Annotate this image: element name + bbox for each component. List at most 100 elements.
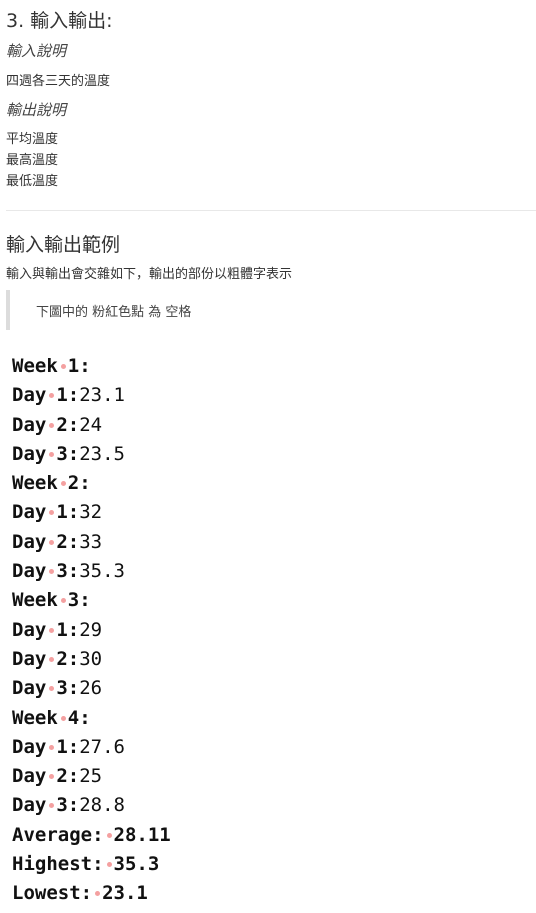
sample-line: Week 2: [12,469,171,498]
sample-line: Day 2:33 [12,528,171,557]
sample-index: 3: [67,589,91,612]
result-value: 35.3 [113,853,160,876]
page: 3. 輸入輸出: 輸入說明 四週各三天的溫度 輸出說明 平均溫度 最高溫度 最低… [0,0,536,913]
result-label: Lowest: [12,882,93,905]
space-dot-icon [60,715,66,721]
sample-label: Day [12,765,47,788]
space-dot-icon [49,774,55,780]
sample-line: Day 2:25 [12,762,171,791]
sample-label: Day [12,647,47,670]
note-text: 下圖中的 粉紅色點 為 空格 [36,305,192,320]
space-dot-icon [60,598,66,604]
space-dot-icon [95,891,101,897]
sample-label: Day [12,794,47,817]
space-dot-icon [49,539,55,545]
sample-line: Week 1: [12,352,171,381]
sample-label: Day [12,501,47,524]
space-dot-icon [49,451,55,457]
sample-io-block: Week 1: Day 1:23.1 Day 2:24 Day 3:23.5 Week 2: Day… [12,352,171,909]
space-dot-icon [49,744,55,750]
sample-input-value: 23.1 [79,384,125,407]
sample-index: 1: [56,735,80,758]
result-value: 23.1 [102,882,148,905]
space-dot-icon [60,481,66,487]
output-title: 輸出說明 [6,101,67,119]
space-dot-icon [49,627,55,633]
input-description: 四週各三天的溫度 [6,74,111,89]
space-dot-icon [49,803,55,809]
sample-index: 2: [56,530,80,553]
output-line: 最高溫度 [6,153,59,168]
sample-index: 1: [56,618,80,641]
sample-label: Day [12,735,47,758]
sample-label: Day [12,618,47,641]
sample-index: 1: [67,355,91,377]
sample-index: 2: [56,647,80,670]
input-title: 輸入說明 [6,42,67,60]
sample-input-value: 24 [79,413,103,436]
result-line: Highest: 35.3 [12,850,171,879]
sample-index: 3: [56,677,80,700]
examples-description: 輸入與輸出會交雜如下，輸出的部份以粗體字表示 [6,267,293,282]
sample-index: 3: [56,442,80,465]
sample-index: 3: [56,560,80,583]
sample-index: 1: [56,384,80,407]
sample-label: Day [12,413,47,436]
divider [6,210,536,211]
sample-index: 2: [67,472,91,495]
sample-line: Day 2:24 [12,411,171,440]
sample-input-value: 33 [79,530,103,553]
result-line: Average: 28.11 [12,821,171,850]
result-line: Lowest: 23.1 [12,879,171,908]
sample-label: Day [12,677,47,700]
sample-index: 2: [56,765,80,788]
sample-input-value: 26 [79,677,103,700]
section-heading: 3. 輸入輸出: [6,10,113,32]
sample-index: 1: [56,501,80,524]
space-dot-icon [106,832,112,838]
space-dot-icon [60,364,66,369]
sample-line: Day 3:35.3 [12,557,171,586]
sample-label: Week [12,589,58,612]
sample-input-value: 35.3 [79,560,125,583]
sample-label: Day [12,442,47,465]
result-label: Average: [12,823,104,846]
sample-label: Day [12,560,47,583]
output-line: 最低溫度 [6,174,59,189]
result-label: Highest: [12,853,104,876]
sample-label: Week [12,355,58,377]
sample-line: Week 4: [12,704,171,733]
sample-line: Week 3: [12,586,171,615]
sample-line: Day 3:28.8 [12,791,171,820]
sample-line: Day 3:26 [12,674,171,703]
space-dot-icon [49,686,55,692]
output-line: 平均溫度 [6,132,59,147]
sample-input-value: 27.6 [79,735,125,758]
sample-line: Day 3:23.5 [12,440,171,469]
sample-index: 3: [56,794,80,817]
space-dot-icon [106,862,112,868]
space-dot-icon [49,393,55,399]
sample-index: 2: [56,413,80,436]
sample-input-value: 32 [79,501,103,524]
sample-line: Day 1:27.6 [12,733,171,762]
sample-label: Week [12,472,58,495]
sample-label: Day [12,384,47,407]
sample-input-value: 23.5 [79,442,125,465]
space-dot-icon [49,510,55,516]
sample-line: Day 1:23.1 [12,381,171,410]
sample-label: Week [12,706,58,729]
space-dot-icon [49,422,55,428]
sample-input-value: 29 [79,618,103,641]
sample-line: Day 1:32 [12,498,171,527]
sample-input-value: 28.8 [79,794,125,817]
result-value: 28.11 [113,823,171,846]
examples-heading: 輸入輸出範例 [6,234,121,256]
sample-input-value: 30 [79,647,103,670]
sample-line: Day 2:30 [12,645,171,674]
space-dot-icon [49,656,55,662]
sample-line: Day 1:29 [12,616,171,645]
sample-input-value: 25 [79,765,103,788]
sample-label: Day [12,530,47,553]
sample-index: 4: [67,706,91,729]
